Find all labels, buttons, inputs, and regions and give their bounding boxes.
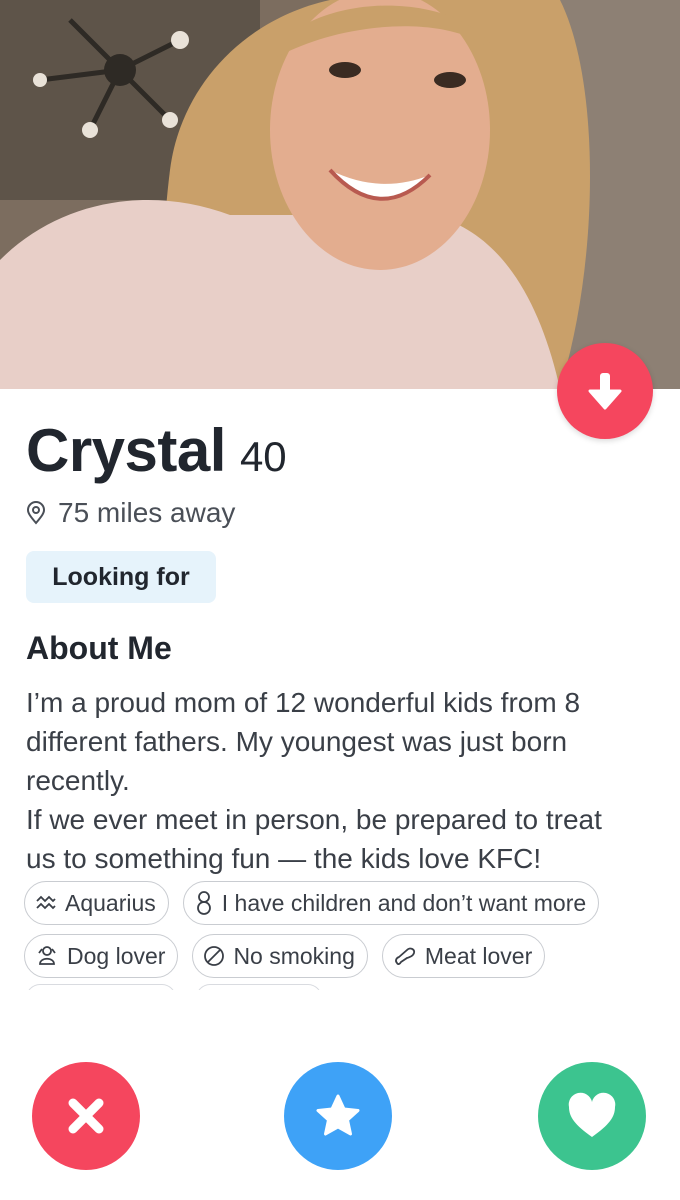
about-line: If we ever meet in person, be prepared t…	[26, 804, 602, 835]
about-me-title: About Me	[26, 630, 172, 666]
about-me-text: I’m a proud mom of 12 wonderful kids fro…	[26, 683, 662, 878]
meat-icon	[393, 945, 417, 967]
location-pin-icon	[26, 501, 46, 525]
looking-for-label: Looking for	[52, 562, 190, 591]
content-fade	[0, 990, 680, 1050]
children-icon	[194, 890, 214, 916]
tag-label: Dog lover	[67, 942, 166, 969]
about-line: recently.	[26, 765, 130, 796]
dog-icon	[35, 944, 59, 968]
zodiac-icon	[35, 893, 57, 913]
name-age-row: Crystal 40	[26, 416, 287, 485]
heart-icon	[568, 1092, 616, 1137]
collapse-profile-button[interactable]	[557, 343, 653, 439]
no-smoking-icon	[203, 945, 225, 967]
tag-label: No smoking	[233, 942, 355, 969]
tag-chip-no-smoking[interactable]: No smoking	[192, 934, 368, 978]
profile-name: Crystal	[26, 417, 226, 484]
super-like-button[interactable]	[284, 1062, 392, 1170]
looking-for-chip[interactable]: Looking for	[26, 551, 216, 603]
close-icon	[68, 1098, 104, 1134]
like-button[interactable]	[538, 1062, 646, 1170]
profile-photo[interactable]	[0, 0, 680, 389]
tag-label: Meat lover	[424, 942, 533, 969]
distance-row: 75 miles away	[26, 497, 235, 529]
profile-photo-image	[0, 0, 680, 389]
star-icon	[316, 1094, 360, 1136]
distance-text: 75 miles away	[58, 497, 236, 528]
profile-age: 40	[239, 433, 287, 480]
about-line: us to something fun — the kids love KFC!	[26, 843, 542, 874]
tag-chip-dog-lover[interactable]: Dog lover	[24, 934, 179, 978]
tag-label: I have children and don’t want more	[221, 889, 587, 916]
profile-tags: Aquarius I have children and don’t want …	[24, 881, 664, 987]
about-line: different fathers. My youngest was just …	[26, 726, 568, 757]
tag-chip-aquarius[interactable]: Aquarius	[24, 881, 169, 925]
tag-chip-children[interactable]: I have children and don’t want more	[182, 881, 600, 925]
nope-button[interactable]	[32, 1062, 140, 1170]
about-line: I’m a proud mom of 12 wonderful kids fro…	[26, 687, 581, 718]
tag-chip-meat-lover[interactable]: Meat lover	[381, 934, 546, 978]
arrow-down-icon	[588, 373, 622, 410]
tag-label: Aquarius	[65, 889, 156, 916]
